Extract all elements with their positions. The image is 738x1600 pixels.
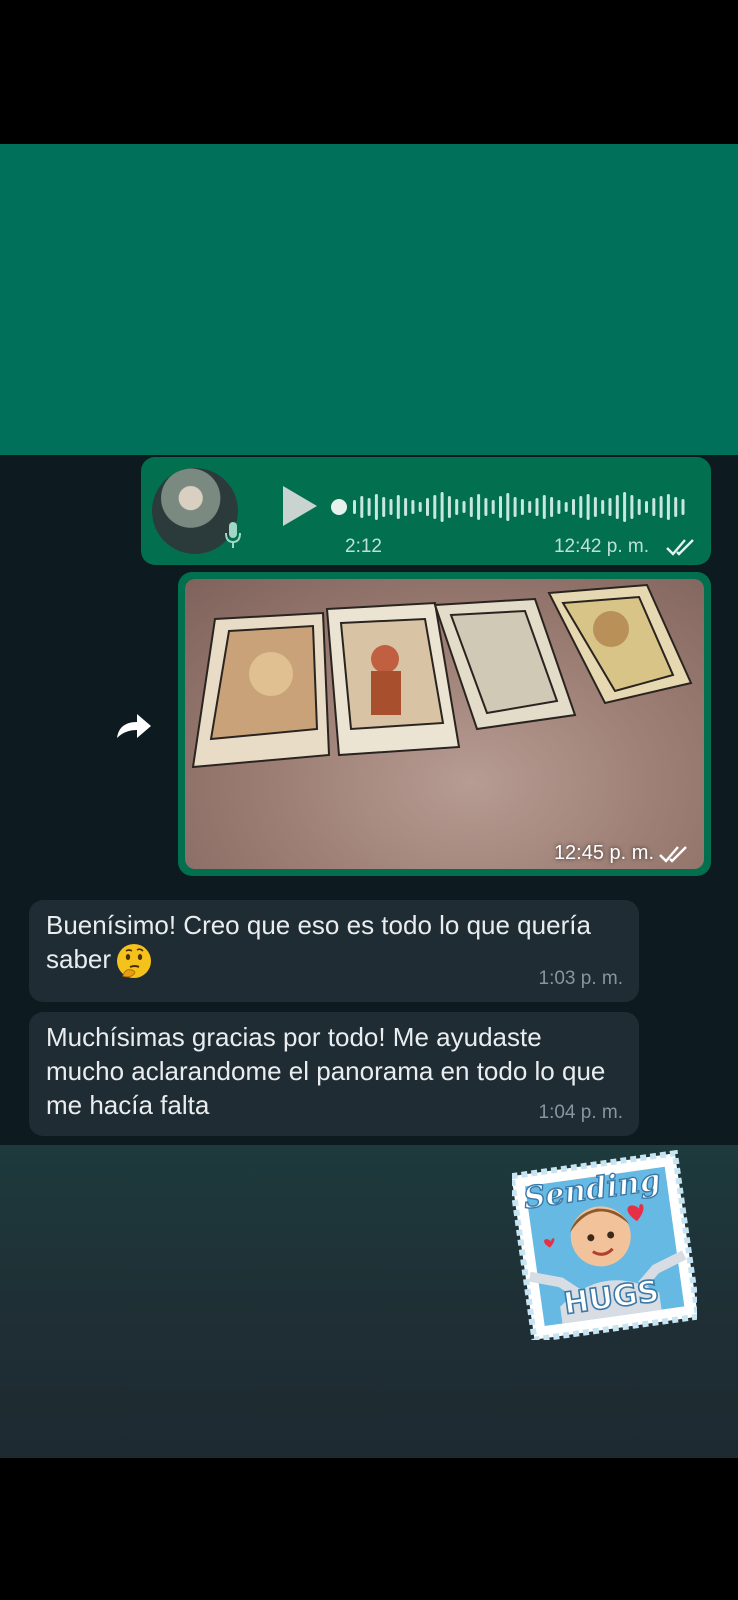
play-icon[interactable] [279, 484, 319, 528]
tarot-cards-photo[interactable]: 12:45 p. m. [185, 579, 704, 869]
waveform-bar [630, 495, 634, 519]
waveform-bar [447, 496, 451, 518]
waveform-bar [411, 500, 415, 514]
waveform-bar [426, 498, 429, 516]
received-message[interactable]: Muchísimas gracias por todo! Me ayudaste… [29, 1012, 639, 1136]
waveform-bar [601, 500, 605, 514]
waveform-bar [550, 497, 554, 517]
waveform-bar [367, 498, 371, 516]
waveform-bar [382, 497, 386, 517]
waveform-bar [579, 496, 583, 518]
waveform-bar [623, 492, 627, 522]
bottom-black-bar [0, 1458, 738, 1600]
waveform-bar [440, 492, 444, 522]
waveform-bar [645, 501, 648, 513]
waveform-bar [666, 494, 670, 520]
waveform-bar [564, 502, 568, 512]
waveform-bar [586, 494, 590, 520]
waveform-bar [396, 495, 400, 519]
waveform-bar [542, 495, 546, 519]
waveform-bar [455, 499, 459, 515]
waveform-bar [557, 500, 561, 514]
waveform-bar [477, 494, 481, 520]
received-message[interactable]: Buenísimo! Creo que eso es todo lo que q… [29, 900, 639, 1002]
message-time: 1:03 p. m. [538, 968, 624, 989]
waveform-bar [418, 502, 422, 512]
image-message-bubble[interactable]: 12:45 p. m. [178, 572, 711, 876]
waveform-bar [608, 498, 612, 516]
top-black-bar [0, 0, 738, 144]
message-time: 12:42 p. m. [553, 536, 649, 557]
forward-icon[interactable] [113, 710, 153, 742]
message-text: Muchísimas gracias por todo! Me ayudaste… [46, 1022, 606, 1120]
waveform-bar [572, 499, 575, 515]
waveform-bar [528, 501, 532, 513]
waveform-bar [469, 497, 473, 517]
waveform-bar [593, 497, 597, 517]
double-check-icon [659, 846, 687, 863]
audio-duration: 2:12 [345, 536, 382, 557]
message-time: 12:45 p. m. [553, 842, 654, 864]
waveform-bar [499, 496, 502, 518]
mic-icon [225, 522, 241, 548]
waveform-bar [360, 496, 364, 518]
waveform-bar [506, 493, 510, 521]
waveform-bar [652, 498, 656, 516]
waveform-bar [374, 494, 378, 520]
waveform-bar [484, 498, 488, 516]
waveform-bar [637, 499, 641, 515]
waveform-bar [520, 499, 524, 515]
waveform-bar [389, 499, 393, 515]
double-check-icon [666, 539, 694, 556]
waveform-bar [674, 497, 678, 517]
green-header-band [0, 144, 738, 456]
waveform-bar [535, 498, 539, 516]
waveform-bar [353, 500, 356, 514]
waveform-bar [433, 495, 437, 519]
waveform-bar [491, 500, 495, 514]
waveform-bar [462, 501, 466, 513]
voice-message-bubble[interactable]: 2:12 12:42 p. m. [141, 457, 711, 565]
waveform-bar [513, 497, 517, 517]
waveform-bar [659, 496, 663, 518]
audio-waveform[interactable] [331, 487, 701, 527]
sending-hugs-sticker[interactable]: Sending HUGS [512, 1150, 697, 1340]
tarot-cards-image [191, 583, 693, 769]
message-text: Buenísimo! Creo que eso es todo lo que q… [46, 908, 606, 980]
thinking-face-icon [117, 944, 152, 979]
waveform-bar [615, 495, 619, 519]
waveform-bar [681, 499, 685, 515]
waveform-bar [404, 498, 408, 516]
message-time: 1:04 p. m. [538, 1102, 624, 1123]
